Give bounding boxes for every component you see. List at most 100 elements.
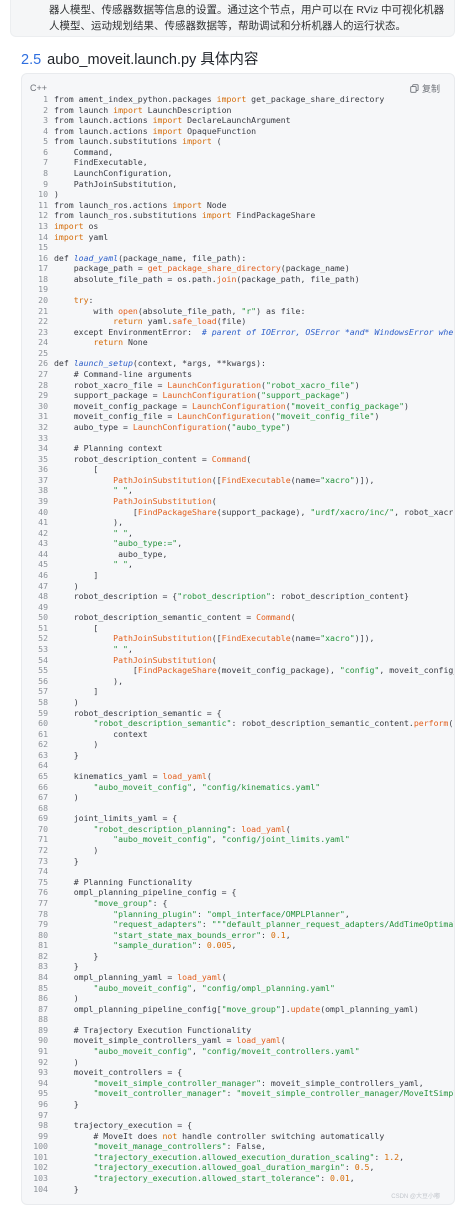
code-text: PathJoinSubstitution([FindExecutable(nam… <box>113 474 375 485</box>
code-text: aubo_type = LaunchConfiguration("aubo_ty… <box>54 421 291 432</box>
code-line: 35 robot_description_content = Command( <box>22 454 454 465</box>
code-line: 81 "sample_duration": 0.005, <box>22 940 454 951</box>
code-text: "moveit_controller_manager": "moveit_sim… <box>93 1088 454 1099</box>
code-line: 82 } <box>22 951 454 962</box>
line-number: 30 <box>38 400 48 411</box>
code-line: 23 except EnvironmentError: # parent of … <box>22 327 454 338</box>
line-number: 64 <box>38 760 48 771</box>
code-text: package_path = get_package_share_directo… <box>54 263 350 274</box>
line-number: 72 <box>38 845 48 856</box>
line-number: 78 <box>38 908 48 919</box>
code-text: robot_description_semantic_content = Com… <box>54 612 296 623</box>
line-number: 34 <box>38 443 48 454</box>
code-line: 48 robot_description = {"robot_descripti… <box>22 591 454 602</box>
line-number: 74 <box>38 866 48 877</box>
line-number: 60 <box>38 718 48 729</box>
line-number: 29 <box>38 390 48 401</box>
intro-text: 器人模型、传感器数据等信息的设置。通过这个节点，用户可以在 RViz 中可视化机… <box>49 4 445 32</box>
code-line: 32 aubo_type = LaunchConfiguration("aubo… <box>22 422 454 433</box>
code-text: " ", <box>113 559 133 570</box>
line-number: 53 <box>38 644 48 655</box>
code-line: 50 robot_description_semantic_content = … <box>22 612 454 623</box>
code-line: 46 ] <box>22 570 454 581</box>
code-text: PathJoinSubstitution([FindExecutable(nam… <box>113 633 375 644</box>
code-text: "aubo_type:=", <box>113 538 183 549</box>
line-number: 81 <box>38 940 48 951</box>
line-number: 57 <box>38 686 48 697</box>
line-number: 65 <box>38 771 48 781</box>
code-text: [FindPackageShare(moveit_config_package)… <box>54 665 454 676</box>
code-line: 54 PathJoinSubstitution( <box>22 655 454 666</box>
line-number: 26 <box>38 358 48 369</box>
line-number: 12 <box>38 210 48 221</box>
section-heading: 2.5 aubo_moveit.launch.py 具体内容 <box>21 48 258 69</box>
code-line: 96 } <box>22 1099 454 1110</box>
code-text: ) <box>54 739 99 750</box>
line-number: 38 <box>38 485 48 496</box>
code-line: 68 <box>22 803 454 814</box>
line-number: 87 <box>38 1003 48 1014</box>
code-line: 57 ] <box>22 686 454 697</box>
line-number: 58 <box>38 696 48 707</box>
line-number: 79 <box>38 919 48 930</box>
line-number: 54 <box>38 654 48 665</box>
code-line: 38 " ", <box>22 485 454 496</box>
line-number: 82 <box>38 950 48 961</box>
code-line: 6 Command, <box>22 147 454 158</box>
line-number: 41 <box>38 517 48 528</box>
code-line: 52 PathJoinSubstitution([FindExecutable(… <box>22 633 454 644</box>
code-line: 3 from launch.actions import DeclareLaunc… <box>22 115 454 126</box>
code-text: } <box>54 961 79 972</box>
line-number: 45 <box>38 559 48 570</box>
code-line: 7 FindExecutable, <box>22 157 454 168</box>
line-number: 83 <box>38 961 48 972</box>
code-text: "trajectory_execution.allowed_execution_… <box>93 1151 405 1162</box>
code-text: "aubo_moveit_config", "config/moveit_con… <box>93 1046 360 1057</box>
code-text: ) <box>54 1056 79 1067</box>
line-number: 86 <box>38 993 48 1004</box>
code-line: 19 <box>22 284 454 295</box>
line-number: 6 <box>43 146 48 157</box>
code-line: 79 "request_adapters": """default_planne… <box>22 919 454 930</box>
code-line: 61 context <box>22 729 454 740</box>
code-text: from launch_ros.substitutions import Fin… <box>54 210 316 221</box>
line-number: 100 <box>33 1141 48 1152</box>
line-number: 76 <box>38 887 48 898</box>
line-number: 68 <box>38 802 48 813</box>
code-text: robot_xacro_file = LaunchConfiguration("… <box>54 379 360 390</box>
line-number: 2 <box>43 104 48 115</box>
code-line: 41 ), <box>22 517 454 528</box>
line-number: 46 <box>38 570 48 581</box>
code-text: LaunchConfiguration, <box>54 168 173 179</box>
line-number: 31 <box>38 411 48 422</box>
code-text: FindExecutable, <box>54 157 148 168</box>
code-line: 16 def load_yaml(package_name, file_path)… <box>22 253 454 264</box>
code-line: 95 "moveit_controller_manager": "moveit_… <box>22 1088 454 1099</box>
code-line: 67 ) <box>22 792 454 803</box>
code-line: 55 [FindPackageShare(moveit_config_packa… <box>22 665 454 676</box>
line-number: 92 <box>38 1056 48 1067</box>
code-line: 97 <box>22 1110 454 1121</box>
line-number: 23 <box>38 326 48 337</box>
code-line: 26 def launch_setup(context, *args, **kwa… <box>22 358 454 369</box>
line-number: 49 <box>38 601 48 612</box>
code-line: 87 ompl_planning_pipeline_config["move_g… <box>22 1004 454 1015</box>
line-number: 75 <box>38 876 48 887</box>
code-text: from launch import LaunchDescription <box>54 104 232 115</box>
code-text: "moveit_simple_controller_manager": move… <box>93 1077 424 1088</box>
code-line: 85 "aubo_moveit_config", "config/ompl_pl… <box>22 983 454 994</box>
code-text: # Planning context <box>54 443 163 454</box>
code-text: # Command-line arguments <box>54 369 193 380</box>
code-body[interactable]: 1 from ament_index_python.packages import… <box>22 94 454 1194</box>
code-text: moveit_simple_controllers_yaml = load_ya… <box>54 1035 286 1046</box>
code-line: 60 "robot_description_semantic": robot_d… <box>22 718 454 729</box>
line-number: 97 <box>38 1109 48 1120</box>
code-text: ompl_planning_pipeline_config["move_grou… <box>54 1003 419 1014</box>
code-line: 86 ) <box>22 993 454 1004</box>
code-text: } <box>54 855 79 866</box>
code-line: 33 <box>22 433 454 444</box>
code-text: ompl_planning_pipeline_config = { <box>54 887 237 898</box>
line-number: 36 <box>38 464 48 475</box>
code-text: support_package = LaunchConfiguration("s… <box>54 390 350 401</box>
code-line: 1 from ament_index_python.packages import… <box>22 94 454 105</box>
